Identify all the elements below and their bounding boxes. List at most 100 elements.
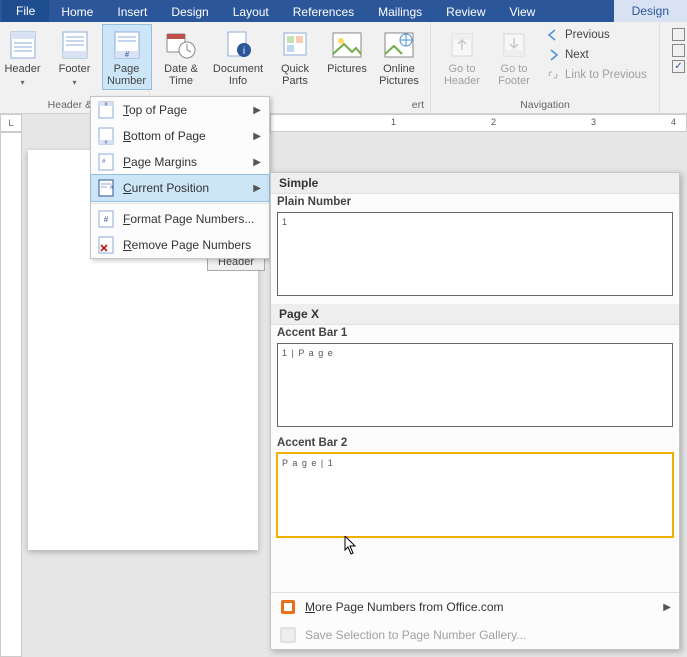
tab-contextual-design[interactable]: Design <box>614 0 687 22</box>
svg-text:#: # <box>105 102 108 108</box>
menu-page-margins[interactable]: # Page Margins ▶ <box>91 149 269 175</box>
office-icon <box>279 598 297 616</box>
page-number-icon: # <box>111 29 143 61</box>
current-position-icon: # <box>97 179 115 197</box>
next-button[interactable]: Next <box>541 46 653 64</box>
svg-text:#: # <box>124 50 129 59</box>
page-number-button[interactable]: # Page Number <box>102 24 152 90</box>
previous-icon <box>545 27 561 43</box>
mouse-cursor-icon <box>344 536 358 556</box>
tab-mailings[interactable]: Mailings <box>366 1 434 22</box>
different-first-checkbox[interactable]: Different F <box>672 28 687 41</box>
page-number-label: Page Number <box>107 63 146 87</box>
group-label-opts: O <box>660 99 687 111</box>
pictures-icon <box>331 29 363 61</box>
submenu-arrow-icon: ▶ <box>253 131 261 142</box>
caret-icon: ▾ <box>20 77 24 89</box>
top-page-icon: # <box>97 101 115 119</box>
remove-icon <box>97 236 115 254</box>
item-accent-bar-2-label: Accent Bar 2 <box>271 435 679 451</box>
ruler-tick: 2 <box>491 117 496 127</box>
preview-accent-bar-2[interactable]: P a g e | 1 <box>277 453 673 537</box>
preview-plain-number[interactable]: 1 <box>277 212 673 296</box>
link-prev-label: Link to Previous <box>565 69 647 81</box>
online-pictures-icon <box>383 29 415 61</box>
tab-insert[interactable]: Insert <box>105 1 159 22</box>
online-pictures-button[interactable]: Online Pictures <box>374 24 424 88</box>
quick-parts-icon <box>279 29 311 61</box>
menu-label: Remove Page Numbers <box>123 238 251 252</box>
doc-info-label: Document Info <box>213 63 263 87</box>
different-odd-checkbox[interactable]: Different O <box>672 44 687 57</box>
vertical-ruler[interactable] <box>0 132 22 657</box>
gallery-scroll[interactable]: Simple Plain Number 1 Page X Accent Bar … <box>271 173 679 592</box>
menu-top-of-page[interactable]: # Top of Page ▶ <box>91 97 269 123</box>
goto-header-label: Go to Header <box>444 63 480 87</box>
category-simple: Simple <box>271 173 679 194</box>
preview-text: 1 <box>282 217 287 227</box>
bottom-page-icon: # <box>97 127 115 145</box>
caret-icon: ▾ <box>72 77 76 89</box>
tab-design[interactable]: Design <box>159 1 220 22</box>
submenu-arrow-icon: ▶ <box>253 157 261 168</box>
preview-text: P a g e | 1 <box>282 458 334 468</box>
category-page-x: Page X <box>271 304 679 325</box>
group-navigation: Go to Header Go to Footer Previous Next <box>431 22 660 113</box>
horizontal-ruler[interactable]: 1 2 3 4 <box>270 114 687 132</box>
online-pics-label: Online Pictures <box>379 63 419 87</box>
save-selection: Save Selection to Page Number Gallery... <box>271 621 679 649</box>
goto-footer-button[interactable]: Go to Footer <box>489 24 539 88</box>
ruler-tick: 1 <box>391 117 396 127</box>
menu-label: Top of Page <box>123 103 187 117</box>
save-sel-label: Save Selection to Page Number Gallery... <box>305 628 526 642</box>
ruler-tick: 3 <box>591 117 596 127</box>
next-label: Next <box>565 49 589 61</box>
footer-label: Footer <box>59 63 91 75</box>
menu-bottom-of-page[interactable]: # Bottom of Page ▶ <box>91 123 269 149</box>
menu-label: Current Position <box>123 181 209 195</box>
format-icon: # <box>97 210 115 228</box>
goto-footer-label: Go to Footer <box>498 63 530 87</box>
item-plain-number-label: Plain Number <box>271 194 679 210</box>
quick-parts-button[interactable]: Quick Parts <box>270 24 320 88</box>
tab-review[interactable]: Review <box>434 1 497 22</box>
tab-home[interactable]: Home <box>49 1 105 22</box>
group-options: Different F Different O ✓Show Docu O <box>660 22 687 113</box>
tab-view[interactable]: View <box>498 1 548 22</box>
preview-accent-bar-1[interactable]: 1 | P a g e <box>277 343 673 427</box>
goto-header-button[interactable]: Go to Header <box>437 24 487 88</box>
footer-icon <box>59 29 91 61</box>
ruler-tick: 4 <box>671 117 676 127</box>
pictures-button[interactable]: Pictures <box>322 24 372 88</box>
tab-file[interactable]: File <box>2 0 49 22</box>
ribbon-tabs: File Home Insert Design Layout Reference… <box>0 0 687 22</box>
header-button[interactable]: Header ▾ <box>0 24 48 90</box>
more-page-numbers[interactable]: More Page Numbers from Office.com ▶ <box>271 593 679 621</box>
next-icon <box>545 47 561 63</box>
menu-label: Bottom of Page <box>123 129 206 143</box>
svg-text:#: # <box>104 215 109 224</box>
footer-button[interactable]: Footer ▾ <box>50 24 100 90</box>
pictures-label: Pictures <box>327 63 367 75</box>
show-doc-checkbox[interactable]: ✓Show Docu <box>672 60 687 73</box>
date-time-button[interactable]: Date & Time <box>156 24 206 88</box>
document-info-button[interactable]: i Document Info <box>208 24 268 88</box>
tab-references[interactable]: References <box>281 1 366 22</box>
item-accent-bar-1-label: Accent Bar 1 <box>271 325 679 341</box>
menu-label: Page Margins <box>123 155 197 169</box>
menu-remove-page-numbers[interactable]: Remove Page Numbers <box>91 232 269 258</box>
more-label: More Page Numbers from Office.com <box>305 600 504 614</box>
submenu-arrow-icon: ▶ <box>663 602 671 613</box>
goto-header-icon <box>446 29 478 61</box>
ruler-corner[interactable]: L <box>0 114 22 132</box>
document-info-icon: i <box>222 29 254 61</box>
menu-format-page-numbers[interactable]: # Format Page Numbers... <box>91 206 269 232</box>
tab-layout[interactable]: Layout <box>221 1 281 22</box>
menu-label: Format Page Numbers... <box>123 212 254 226</box>
checkbox-icon <box>672 44 685 57</box>
svg-text:i: i <box>243 46 245 57</box>
link-previous-button: Link to Previous <box>541 66 653 84</box>
page-number-menu: # Top of Page ▶ # Bottom of Page ▶ # Pag… <box>90 96 270 259</box>
previous-button[interactable]: Previous <box>541 26 653 44</box>
menu-current-position[interactable]: # Current Position ▶ <box>90 174 270 202</box>
